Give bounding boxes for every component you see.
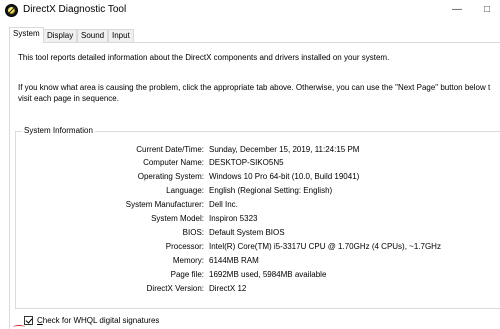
- info-label: System Manufacturer:: [125, 200, 204, 209]
- info-label: Memory:: [172, 256, 204, 265]
- info-value: Intel(R) Core(TM) i5-3317U CPU @ 1.70GHz…: [209, 242, 441, 251]
- tab-sound[interactable]: Sound: [77, 29, 109, 42]
- info-value: 1692MB used, 5984MB available: [209, 270, 327, 279]
- info-row-directx-version: DirectX Version: DirectX 12: [0, 284, 500, 296]
- info-label: Computer Name:: [143, 158, 204, 167]
- info-value: Windows 10 Pro 64-bit (10.0, Build 19041…: [209, 172, 360, 181]
- info-value: Inspiron 5323: [209, 214, 258, 223]
- info-row-memory: Memory: 6144MB RAM: [0, 256, 500, 268]
- maximize-button[interactable]: □: [472, 0, 500, 22]
- info-value: DirectX 12: [209, 284, 247, 293]
- info-value: Default System BIOS: [209, 228, 285, 237]
- title-bar: DirectX Diagnostic Tool — □: [0, 0, 500, 22]
- window-title: DirectX Diagnostic Tool: [23, 4, 127, 15]
- info-label: System Model:: [151, 214, 204, 223]
- whql-label-text: heck for WHQL digital signatures: [42, 316, 160, 325]
- info-label: BIOS:: [182, 228, 204, 237]
- info-row-computer-name: Computer Name: DESKTOP-SIKO5N5: [0, 158, 500, 170]
- info-label: Page file:: [170, 270, 204, 279]
- info-row-operating-system: Operating System: Windows 10 Pro 64-bit …: [0, 172, 500, 184]
- system-information-label: System Information: [22, 126, 95, 135]
- whql-checkbox[interactable]: [24, 316, 33, 325]
- info-row-processor: Processor: Intel(R) Core(TM) i5-3317U CP…: [0, 242, 500, 254]
- tab-display[interactable]: Display: [43, 29, 78, 42]
- info-row-current-date-time: Current Date/Time: Sunday, December 15, …: [0, 145, 500, 157]
- info-row-language: Language: English (Regional Setting: Eng…: [0, 186, 500, 198]
- info-label: Operating System:: [137, 172, 204, 181]
- info-value: English (Regional Setting: English): [209, 186, 333, 195]
- info-value: 6144MB RAM: [209, 256, 259, 265]
- intro-text-line2a: If you know what area is causing the pro…: [18, 83, 491, 92]
- info-label: Language:: [166, 186, 204, 195]
- info-row-page-file: Page file: 1692MB used, 5984MB available: [0, 270, 500, 282]
- whql-checkbox-label[interactable]: Check for WHQL digital signatures: [37, 316, 159, 325]
- info-row-system-manufacturer: System Manufacturer: Dell Inc.: [0, 200, 500, 212]
- intro-text-line2b: visit each page in sequence.: [18, 94, 119, 103]
- minimize-button[interactable]: —: [442, 0, 472, 22]
- intro-text-line2: If you know what area is causing the pro…: [18, 82, 490, 104]
- info-label: DirectX Version:: [146, 284, 204, 293]
- tab-system[interactable]: System: [9, 27, 44, 43]
- info-row-system-model: System Model: Inspiron 5323: [0, 214, 500, 226]
- red-annotation-mark: [13, 325, 25, 329]
- intro-text-line1: This tool reports detailed information a…: [18, 53, 390, 62]
- info-row-bios: BIOS: Default System BIOS: [0, 228, 500, 240]
- info-label: Current Date/Time:: [136, 145, 204, 154]
- info-label: Processor:: [165, 242, 204, 251]
- info-value: Sunday, December 15, 2019, 11:24:15 PM: [209, 145, 360, 154]
- info-value: DESKTOP-SIKO5N5: [209, 158, 284, 167]
- info-value: Dell Inc.: [209, 200, 238, 209]
- directx-app-icon: [5, 4, 18, 17]
- tab-input[interactable]: Input: [108, 29, 134, 42]
